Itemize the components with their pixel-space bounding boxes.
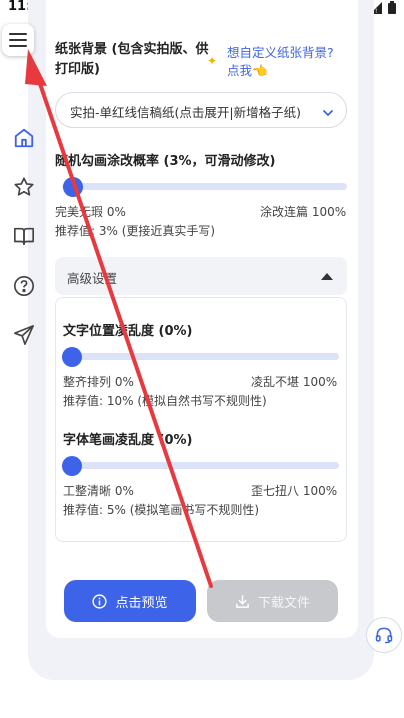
svg-text:!: ! bbox=[375, 8, 377, 14]
position-max-label: 凌乱不堪 100% bbox=[251, 375, 338, 389]
download-button[interactable]: 下载文件 bbox=[207, 580, 338, 622]
doodle-recommend-text: 推荐值: 3% (更接近真实手写) bbox=[55, 224, 216, 238]
preview-button-label: 点击预览 bbox=[115, 595, 168, 611]
headset-icon bbox=[375, 627, 393, 644]
sidebar-item-share[interactable] bbox=[12, 323, 36, 347]
position-slider-track[interactable] bbox=[66, 353, 339, 360]
sidebar-item-favorites[interactable] bbox=[12, 175, 36, 199]
home-icon bbox=[14, 128, 34, 148]
battery-icon bbox=[388, 1, 396, 14]
menu-icon bbox=[9, 33, 27, 47]
stroke-max-label: 歪七扭八 100% bbox=[251, 484, 338, 498]
menu-button[interactable] bbox=[2, 24, 34, 56]
custom-paper-link[interactable]: 想自定义纸张背景?点我👈 bbox=[227, 44, 345, 80]
stroke-slider-title: 字体笔画凌乱度 (0%) bbox=[63, 433, 193, 448]
stroke-slider-thumb[interactable] bbox=[62, 456, 82, 476]
sidebar-item-home[interactable] bbox=[12, 126, 36, 150]
position-slider-title: 文字位置凌乱度 (0%) bbox=[63, 324, 193, 339]
book-icon bbox=[14, 227, 34, 246]
preview-button[interactable]: 点击预览 bbox=[64, 580, 196, 622]
position-min-label: 整齐排列 0% bbox=[63, 375, 134, 389]
customer-support-button[interactable] bbox=[366, 617, 402, 653]
chevron-down-icon bbox=[322, 104, 334, 123]
download-icon bbox=[236, 594, 249, 608]
sidebar-item-help[interactable] bbox=[12, 274, 36, 298]
position-recommend-text: 推荐值: 10% (模拟自然书写不规则性) bbox=[63, 394, 267, 408]
paper-background-label: 纸张背景 (包含实拍版、供打印版) bbox=[55, 42, 209, 77]
doodle-slider-thumb[interactable] bbox=[63, 177, 83, 197]
help-icon bbox=[14, 276, 34, 296]
doodle-max-label: 涂改连篇 100% bbox=[260, 205, 347, 219]
advanced-settings-toggle[interactable]: 高级设置 bbox=[55, 257, 347, 295]
doodle-slider-track[interactable] bbox=[62, 183, 347, 190]
star-icon bbox=[14, 177, 34, 196]
paper-type-select[interactable]: 实拍-单红线信稿纸(点击展开|新增格子纸) bbox=[55, 92, 347, 128]
download-button-label: 下载文件 bbox=[257, 595, 310, 611]
advanced-settings-label: 高级设置 bbox=[67, 271, 118, 286]
sparkle-icon: ✦ bbox=[207, 54, 218, 68]
position-slider-thumb[interactable] bbox=[62, 347, 82, 367]
stroke-slider-track[interactable] bbox=[66, 462, 339, 469]
sidebar-item-library[interactable] bbox=[12, 224, 36, 248]
stroke-min-label: 工整清晰 0% bbox=[63, 484, 134, 498]
stroke-recommend-text: 推荐值: 5% (模拟笔画书写不规则性) bbox=[63, 503, 260, 517]
paper-type-value: 实拍-单红线信稿纸(点击展开|新增格子纸) bbox=[70, 105, 301, 120]
caret-up-icon bbox=[321, 273, 333, 280]
doodle-slider-title: 随机勾画涂改概率 (3%，可滑动修改) bbox=[55, 154, 276, 169]
info-icon bbox=[92, 593, 108, 609]
doodle-min-label: 完美无瑕 0% bbox=[55, 205, 126, 219]
send-icon bbox=[14, 325, 34, 345]
